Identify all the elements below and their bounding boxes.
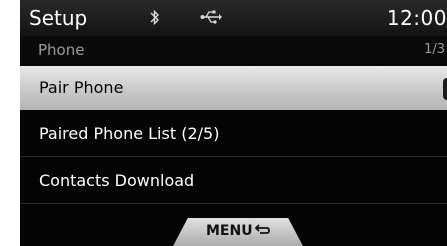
head-unit-screen: Setup 12:00 Phone 1/3 Pair Phone Paired …	[20, 0, 447, 246]
menu-button-label: MENU	[206, 223, 253, 239]
menu-item-label: Contacts Download	[39, 171, 195, 190]
menu-item-paired-phone-list[interactable]: Paired Phone List (2/5)	[20, 112, 447, 157]
section-title: Phone	[38, 41, 85, 59]
usb-icon	[200, 10, 222, 24]
status-bar: Setup 12:00	[20, 0, 447, 36]
section-header: Phone 1/3	[20, 36, 447, 64]
bluetooth-icon	[150, 9, 159, 26]
menu-button[interactable]: MENU	[172, 218, 304, 246]
menu-item-label: Pair Phone	[39, 78, 124, 97]
page-indicator: 1/3	[424, 42, 445, 57]
scroll-indicator	[443, 78, 447, 100]
return-icon	[255, 224, 270, 234]
menu-item-label: Paired Phone List (2/5)	[39, 124, 220, 143]
menu-item-pair-phone[interactable]: Pair Phone	[20, 66, 447, 110]
menu-list: Pair Phone Paired Phone List (2/5) Conta…	[20, 66, 447, 206]
clock: 12:00	[386, 6, 447, 30]
screen-title: Setup	[29, 6, 88, 30]
menu-item-contacts-download[interactable]: Contacts Download	[20, 159, 447, 204]
